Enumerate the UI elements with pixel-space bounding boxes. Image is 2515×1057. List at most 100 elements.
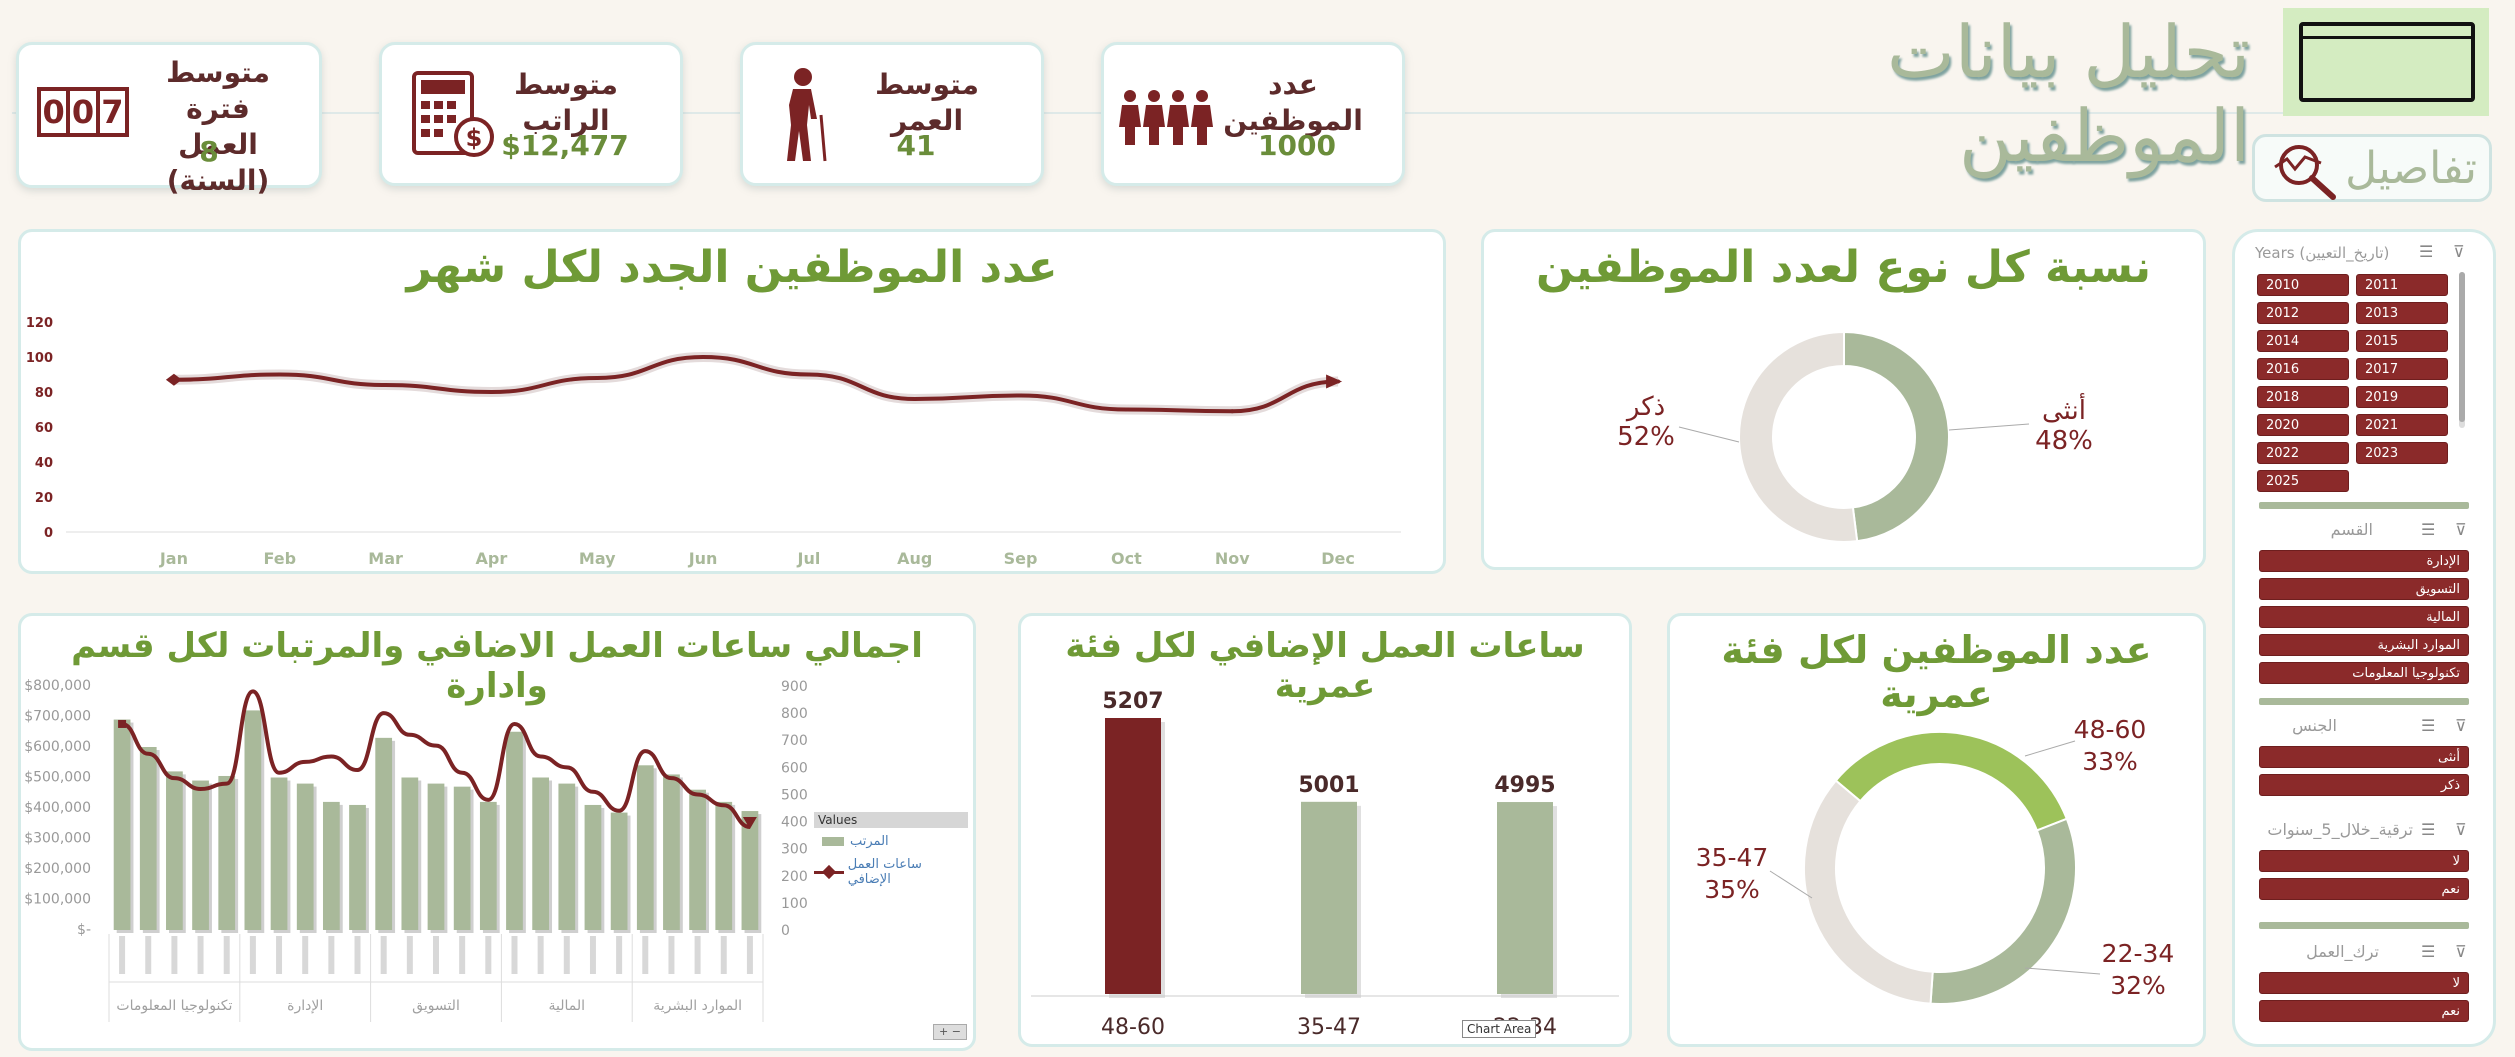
bar [689, 789, 706, 930]
multiselect-icon[interactable]: ☰ [2421, 520, 2435, 539]
slicer-item[interactable]: 2016 [2257, 358, 2349, 380]
data-point [1124, 407, 1129, 412]
y-tick-label: 100 [26, 351, 53, 366]
multiselect-icon[interactable]: ☰ [2421, 942, 2435, 961]
y-tick-label: 60 [35, 421, 53, 436]
slicer-item[interactable]: التسويق [2259, 578, 2469, 600]
slicer-item[interactable]: 2010 [2257, 274, 2349, 296]
legend-header: Values [814, 812, 968, 828]
data-label: 5001 [1298, 773, 1359, 798]
kpi-value: 1000 [1258, 129, 1336, 162]
multiselect-icon[interactable]: ☰ [2421, 820, 2435, 839]
x-tick-label: Dec [1321, 549, 1355, 568]
expand-collapse-buttons[interactable]: + − [933, 1024, 967, 1040]
monthly-hires-panel[interactable]: عدد الموظفين الجدد لكل شهر 0 20 40 60 80 100 1… [18, 229, 1446, 574]
slicer-item[interactable]: الموارد البشرية [2259, 634, 2469, 656]
clear-filter-icon[interactable]: ⊽ [2455, 942, 2467, 961]
data-point [701, 355, 706, 359]
clear-filter-icon[interactable]: ⊽ [2453, 242, 2465, 261]
counter-digit: 0 [41, 91, 71, 133]
kpi-value: $12,477 [501, 129, 629, 162]
y-tick-right: 800 [781, 706, 808, 722]
male-label: ذكر 52% [1606, 392, 1686, 452]
slicer-item[interactable]: ذكر [2259, 774, 2469, 796]
bar [166, 771, 183, 930]
slicer-item[interactable]: 2017 [2356, 358, 2448, 380]
window-icon [2299, 22, 2475, 102]
age-group-panel[interactable]: عدد الموظفين لكل فئة عمرية 48-60 33% 35-… [1667, 613, 2206, 1047]
slicer-item[interactable]: نعم [2259, 878, 2469, 900]
slicer-item[interactable]: 2014 [2257, 330, 2349, 352]
multiselect-icon[interactable]: ☰ [2421, 716, 2435, 735]
clear-filter-icon[interactable]: ⊽ [2455, 520, 2467, 539]
slicer-item[interactable]: 2011 [2356, 274, 2448, 296]
female-label: أنثى 48% [2024, 396, 2104, 456]
slicer-item[interactable]: 2015 [2356, 330, 2448, 352]
details-button[interactable]: تفاصيل [2252, 134, 2492, 202]
x-tick-label: Oct [1111, 549, 1142, 568]
kpi-value: 8 [199, 135, 219, 168]
slice-male [1738, 330, 1859, 543]
slicer-item[interactable]: 2012 [2257, 302, 2349, 324]
slicer-item[interactable]: 2019 [2356, 386, 2448, 408]
slicer-item[interactable]: الإدارة [2259, 550, 2469, 572]
slicer-item[interactable]: 2018 [2257, 386, 2349, 408]
x-tick-label: 35-47 [1297, 1015, 1361, 1040]
legend-item-salary: المرتب [814, 834, 968, 849]
bar [1301, 801, 1357, 994]
bar [218, 775, 236, 930]
bar [506, 731, 523, 930]
slicer-item[interactable]: أنثى [2259, 746, 2469, 768]
slicer-item[interactable]: 2013 [2356, 302, 2448, 324]
group-label: المالية [549, 998, 586, 1014]
x-tick-label: Jan [159, 549, 188, 568]
bar [663, 774, 680, 930]
counter-digit: 0 [70, 91, 100, 133]
slicer-item[interactable]: لا [2259, 850, 2469, 872]
slice-female [1843, 330, 1950, 543]
department-combo-panel[interactable]: اجمالي ساعات العمل الاضافي والمرتبات لكل… [18, 613, 976, 1051]
slicer-item[interactable]: 2020 [2257, 414, 2349, 436]
bar [139, 747, 157, 930]
gender-panel[interactable]: نسبة كل نوع لعدد الموظفين أنثى 48% ذكر 5… [1481, 229, 2206, 570]
data-point [1018, 393, 1023, 398]
data-label: 5207 [1102, 689, 1163, 714]
counter-digit: 7 [101, 93, 124, 131]
age-label-35-47: 35-47 35% [1692, 842, 1772, 906]
multiselect-icon[interactable]: ☰ [2419, 242, 2433, 261]
slicer-item[interactable]: نعم [2259, 1000, 2469, 1022]
years-scrollbar[interactable] [2459, 272, 2465, 428]
page-title: تحليل بيانات الموظفين [1887, 10, 2250, 178]
y-tick-label: 0 [44, 526, 53, 541]
slicer-title-promotion: ترقية_خلال_5_سنوات [2267, 820, 2413, 839]
slicer-item[interactable]: 2022 [2257, 442, 2349, 464]
y-tick-left: $200,000 [24, 861, 91, 877]
slicer-item[interactable]: المالية [2259, 606, 2469, 628]
y-tick-left: $600,000 [24, 739, 91, 755]
bar [1497, 802, 1553, 994]
slicer-item[interactable]: تكنولوجيا المعلومات [2259, 662, 2469, 684]
y-tick-left: $700,000 [24, 709, 91, 725]
slicer-item[interactable]: لا [2259, 972, 2469, 994]
data-point [277, 372, 282, 377]
people-icon [1119, 90, 1213, 145]
age-range: 48-60 [2073, 715, 2147, 744]
x-tick-label: Apr [476, 549, 508, 568]
y-tick-right: 0 [781, 923, 790, 939]
slicer-item[interactable]: 2025 [2257, 470, 2349, 492]
clear-filter-icon[interactable]: ⊽ [2455, 716, 2467, 735]
slicer-item[interactable]: 2023 [2356, 442, 2448, 464]
data-point [595, 376, 600, 380]
kpi-average-age: متوسط العمر 41 [740, 42, 1044, 186]
x-tick-label: Jul [797, 549, 821, 568]
overtime-age-panel[interactable]: ساعات العمل الإضافي لكل فئة عمرية 5207 48… [1018, 613, 1632, 1047]
female-category: أنثى [2042, 396, 2086, 426]
leader-line [2024, 967, 2101, 975]
legend-item-overtime: ساعات العمل الإضافي [814, 857, 968, 887]
bar [270, 777, 288, 930]
slicer-item[interactable]: 2021 [2356, 414, 2448, 436]
female-percent: 48% [2035, 426, 2093, 456]
clear-filter-icon[interactable]: ⊽ [2455, 820, 2467, 839]
bar [479, 801, 497, 930]
y-tick-right: 200 [781, 869, 808, 885]
